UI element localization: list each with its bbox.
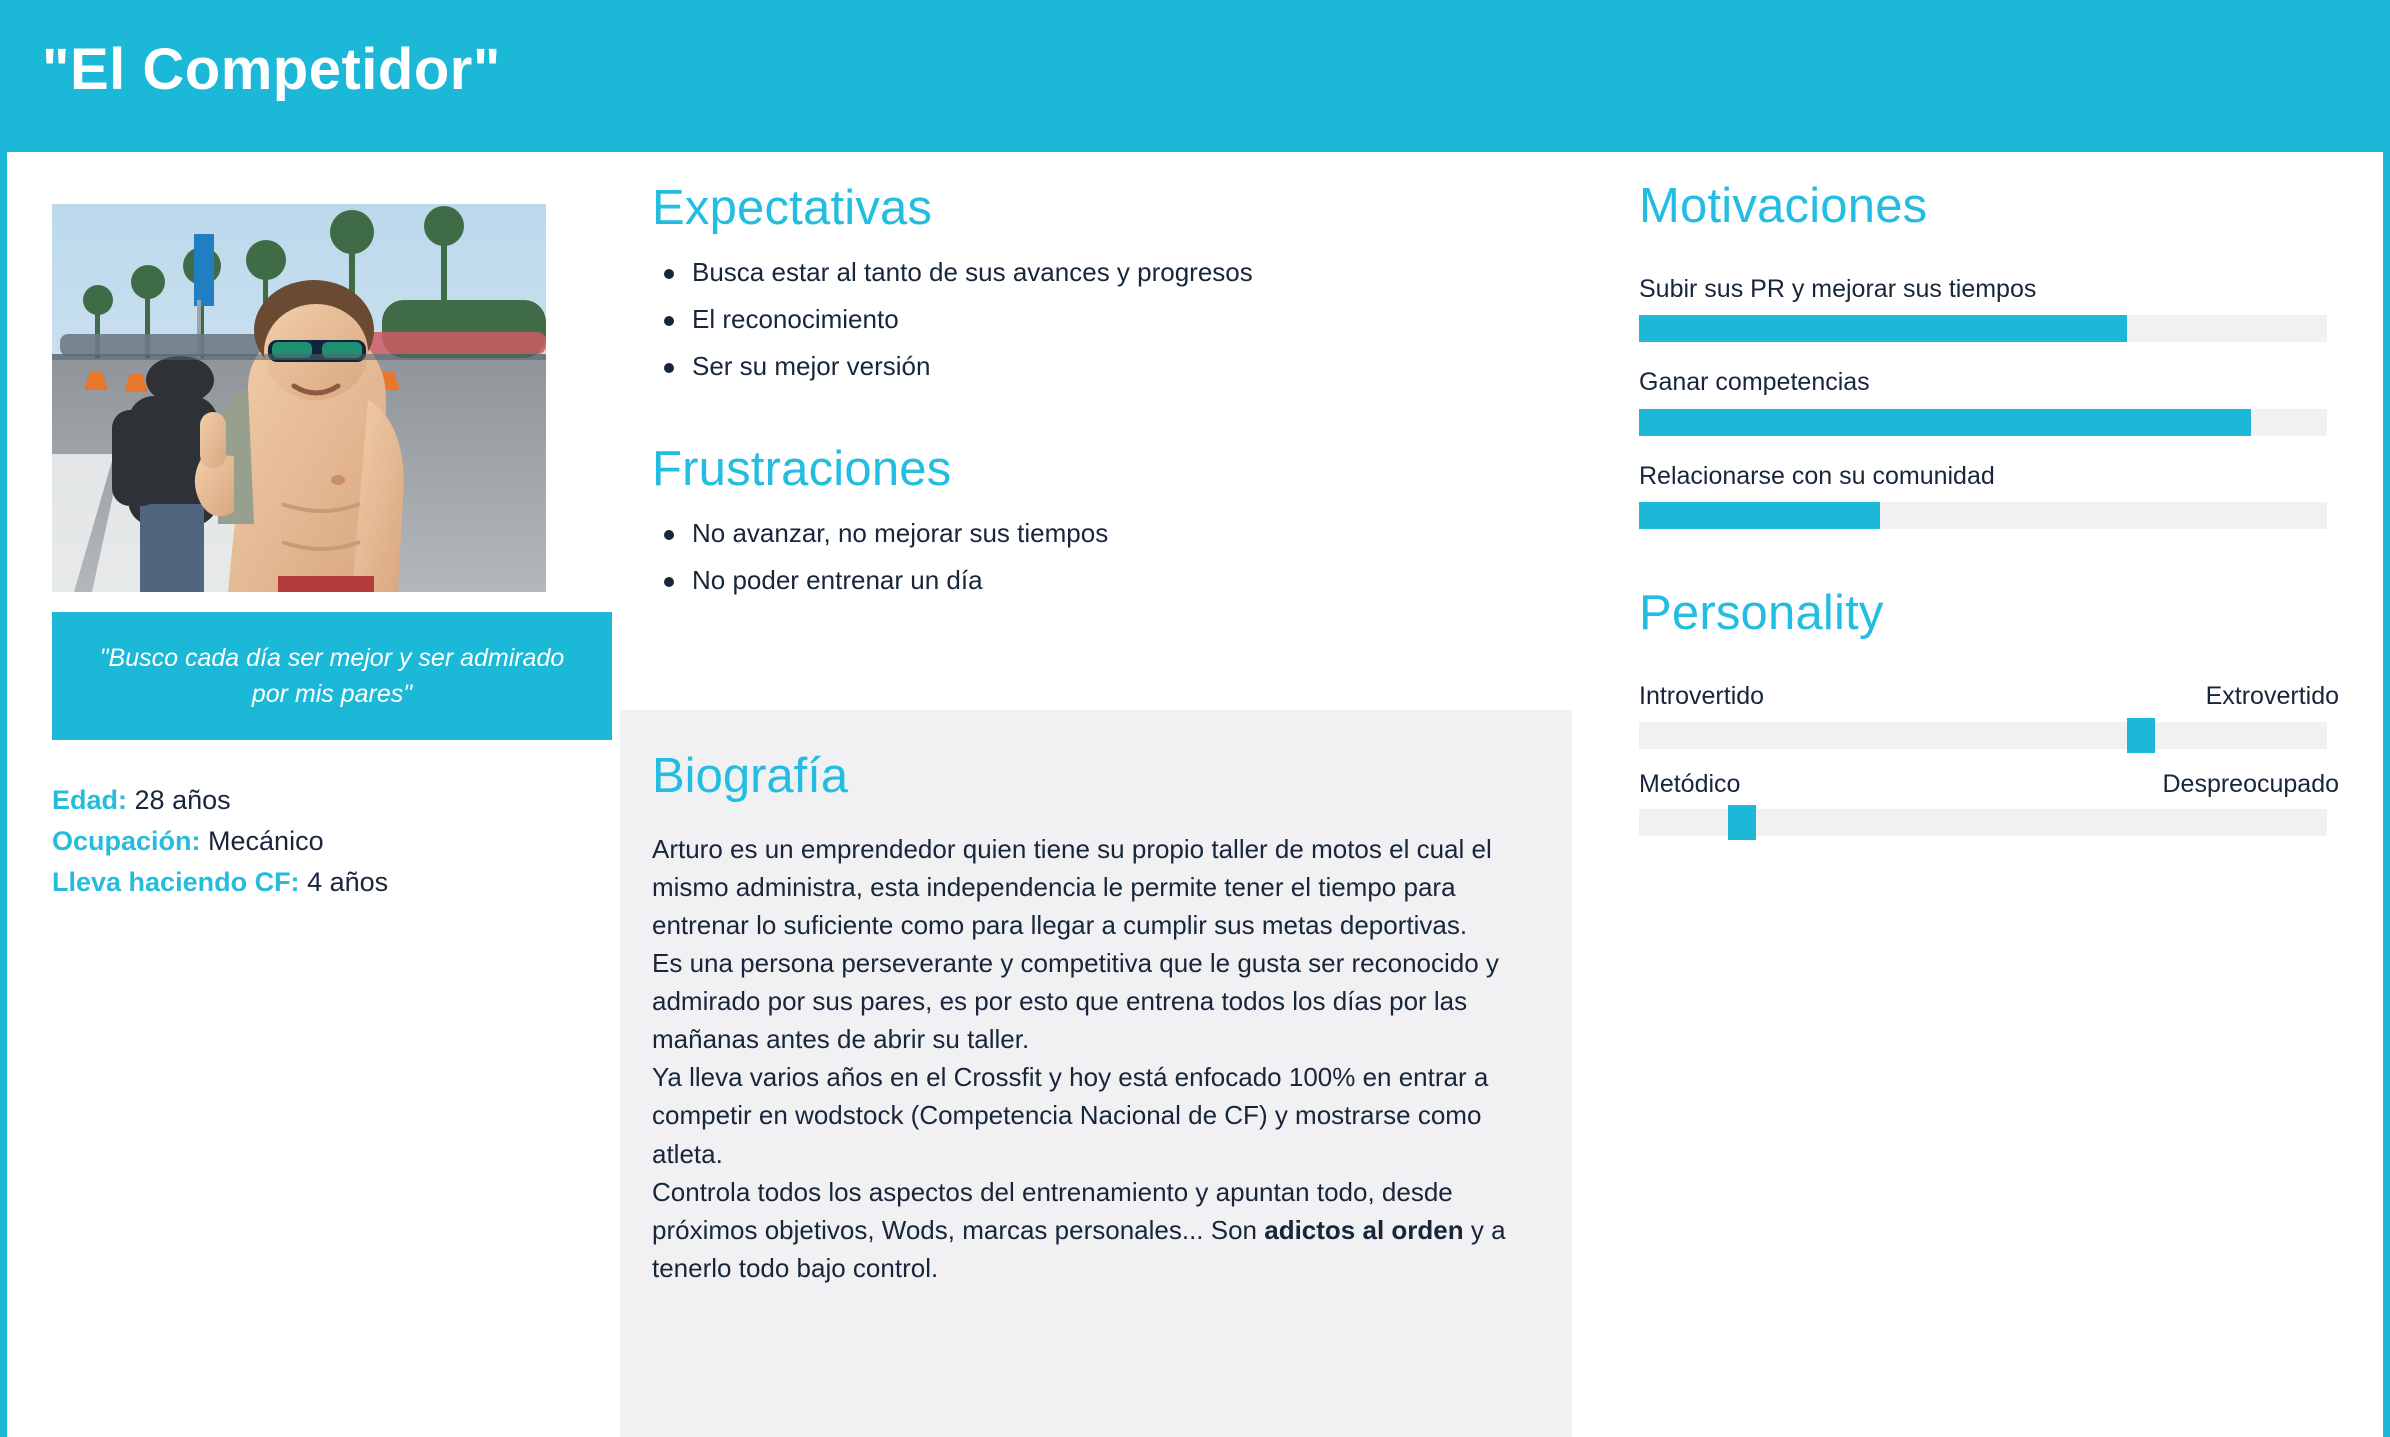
fact-value-edad: 28 años — [134, 785, 231, 815]
personality-label-right: Despreocupado — [2162, 769, 2339, 798]
personality-label-left: Introvertido — [1639, 682, 1765, 711]
motivations-personality-column: Motivaciones Subir sus PR y mejorar sus … — [1639, 179, 2339, 858]
motivacion-label: Relacionarse con su comunidad — [1639, 461, 1995, 490]
biografia-panel: Biografía Arturo es un emprendedor quien… — [620, 710, 1572, 1437]
personality-slider-thumb[interactable] — [2127, 717, 2156, 753]
biografia-paragraph: Ya lleva varios años en el Crossfit y ho… — [652, 1062, 1489, 1169]
header-band: "El Competidor" — [0, 0, 2390, 152]
motivacion-label: Ganar competencias — [1639, 368, 1870, 397]
list-item: No poder entrenar un día — [652, 566, 1592, 595]
biografia-body: Arturo es un emprendedor quien tiene su … — [652, 830, 1534, 1287]
profile-column: "Busco cada día ser mejor y ser admirado… — [52, 204, 612, 903]
fact-row: Ocupación: Mecánico — [52, 821, 597, 862]
persona-photo — [52, 204, 546, 592]
motivacion-label: Subir sus PR y mejorar sus tiempos — [1639, 274, 2037, 303]
page-title: "El Competidor" — [42, 37, 501, 102]
motivacion-bar-fill — [1639, 502, 1880, 530]
motivacion-item: Subir sus PR y mejorar sus tiempos — [1639, 274, 2339, 343]
motivacion-bar-track — [1639, 502, 2327, 530]
biografia-last-bold: adictos al orden — [1264, 1214, 1464, 1245]
expectations-frustrations-column: Expectativas Busca estar al tanto de sus… — [652, 181, 1592, 613]
frustraciones-list: No avanzar, no mejorar sus tiempos No po… — [652, 518, 1592, 595]
biografia-paragraph-last: Controla todos los aspectos del entrenam… — [652, 1173, 1534, 1287]
expectativas-heading: Expectativas — [652, 181, 933, 235]
motivacion-item: Ganar competencias — [1639, 369, 2339, 436]
personality-item: Metódico Despreocupado — [1639, 769, 2339, 841]
list-item: No avanzar, no mejorar sus tiempos — [652, 518, 1592, 548]
fact-value-ocupacion: Mecánico — [208, 826, 324, 857]
fact-value-lleva-haciendo-cf: 4 años — [307, 867, 389, 898]
personality-heading: Personality — [1639, 586, 1884, 641]
list-item: Busca estar al tanto de sus avances y pr… — [652, 257, 1592, 287]
personality-label-left: Metódico — [1639, 769, 1741, 798]
motivaciones-list: Subir sus PR y mejorar sus tiempos Ganar… — [1639, 274, 2339, 530]
persona-quote-box: "Busco cada día ser mejor y ser admirado… — [52, 612, 612, 740]
motivacion-bar-fill — [1639, 408, 2252, 436]
persona-facts: Edad: 28 años Ocupación: Mecánico Lleva … — [52, 780, 597, 903]
personality-label-right: Extrovertido — [2205, 682, 2339, 711]
motivacion-bar-fill — [1639, 315, 2128, 343]
personality-labels: Introvertido Extrovertido — [1639, 683, 2339, 711]
fact-label-ocupacion: Ocupación: — [52, 826, 201, 857]
personality-list: Introvertido Extrovertido Metódico Despr… — [1639, 683, 2339, 841]
personality-item: Introvertido Extrovertido — [1639, 683, 2339, 753]
fact-label-edad: Edad: — [52, 785, 128, 815]
frame-border-left — [0, 152, 7, 1437]
motivacion-item: Relacionarse con su comunidad — [1639, 461, 2339, 530]
list-item: El reconocimiento — [652, 304, 1592, 334]
fact-label-lleva-haciendo-cf: Lleva haciendo CF: — [52, 867, 300, 898]
persona-photo-illustration — [52, 204, 546, 592]
persona-quote: "Busco cada día ser mejor y ser admirado… — [99, 643, 565, 708]
personality-block: Personality Introvertido Extrovertido Me… — [1639, 586, 2339, 841]
motivacion-bar-track — [1639, 315, 2327, 343]
frustraciones-heading: Frustraciones — [652, 442, 952, 497]
fact-row: Edad: 28 años — [52, 780, 597, 821]
personality-slider-track[interactable] — [1639, 717, 2327, 753]
content-area: "Busco cada día ser mejor y ser admirado… — [7, 152, 2383, 1437]
biografia-paragraph: Es una persona perseverante y competitiv… — [652, 948, 1499, 1055]
personality-labels: Metódico Despreocupado — [1639, 769, 2339, 799]
biografia-heading: Biografía — [652, 749, 849, 803]
frame-border-right — [2383, 152, 2390, 1437]
expectativas-list: Busca estar al tanto de sus avances y pr… — [652, 257, 1592, 381]
biografia-paragraph: Arturo es un emprendedor quien tiene su … — [652, 833, 1492, 941]
fact-row: Lleva haciendo CF: 4 años — [52, 862, 597, 903]
persona-document: "El Competidor" "Busco cada día ser mejo… — [0, 0, 2390, 1437]
motivacion-bar-track — [1639, 408, 2327, 436]
personality-slider-thumb[interactable] — [1728, 805, 1757, 841]
list-item: Ser su mejor versión — [652, 351, 1592, 381]
motivaciones-heading: Motivaciones — [1639, 179, 1928, 233]
personality-slider-track[interactable] — [1639, 805, 2327, 841]
